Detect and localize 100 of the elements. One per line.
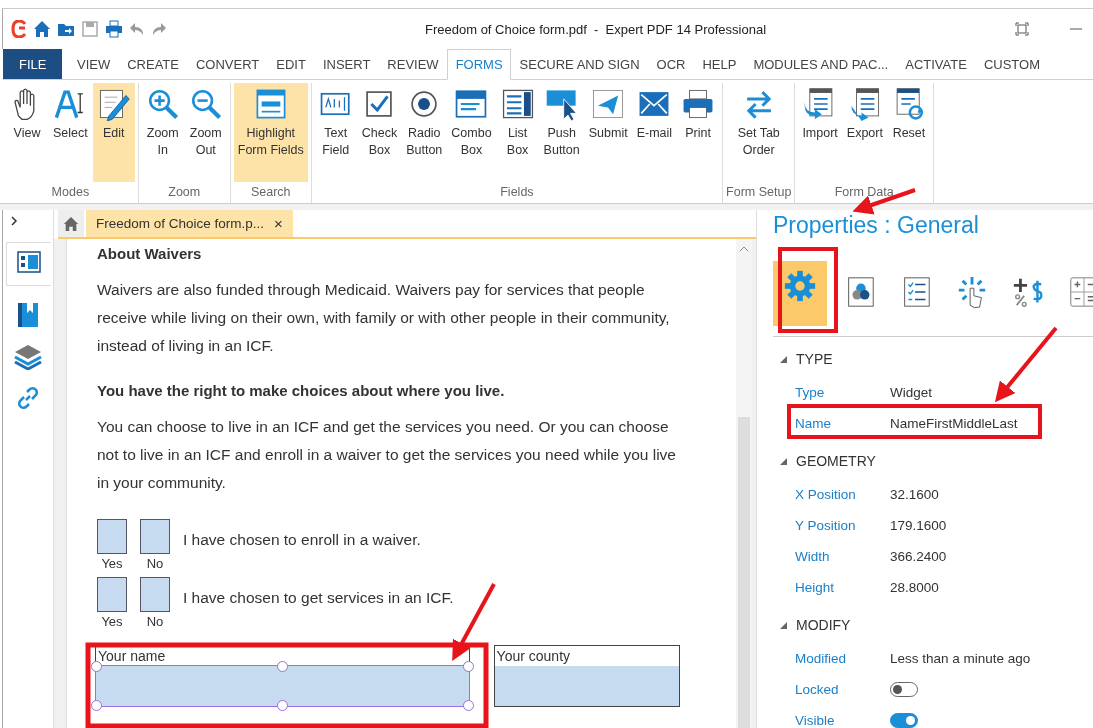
ribbon-button[interactable]: Radio Button (402, 83, 447, 182)
property-label: Modified (795, 651, 848, 666)
checkbox-field[interactable] (140, 577, 170, 612)
push-button-icon (544, 87, 579, 121)
paper-plane-icon (591, 87, 626, 121)
group-label: Modes (51, 184, 90, 201)
resize-handle[interactable] (91, 661, 102, 672)
menu-tab[interactable]: OCR (648, 49, 694, 79)
restore-icon[interactable] (1015, 22, 1029, 36)
ribbon-button[interactable]: Edit (92, 83, 135, 182)
property-value: 32.1600 (890, 487, 939, 502)
toggle-switch[interactable] (890, 713, 918, 728)
group-label: Fields (500, 184, 534, 201)
ribbon-button[interactable]: Set Tab Order (733, 83, 784, 182)
menu-tab[interactable]: FORMS (447, 49, 512, 80)
ribbon-button[interactable]: Submit (584, 83, 632, 182)
property-label: Type (795, 385, 826, 400)
document-tab[interactable]: Freedom of Choice form.p... × (86, 210, 293, 237)
document-paragraph: Waivers are also funded through Medicaid. Waivers pay for services that people receive while living on their own, with family or with other people in their community, instead of living in an ICF. (97, 280, 671, 356)
menu-tab[interactable]: CONVERT (187, 49, 268, 79)
menu-tab[interactable]: INSERT (314, 49, 379, 79)
bookmark-icon[interactable] (17, 302, 39, 328)
home-tab[interactable] (58, 210, 84, 237)
property-value: 366.2400 (890, 549, 947, 564)
resize-handle[interactable] (91, 700, 102, 711)
collapse-triangle-icon[interactable] (779, 456, 788, 466)
ribbon-button[interactable]: E-mail (632, 83, 677, 182)
expand-chevron-icon[interactable] (9, 216, 19, 226)
toggle-switch[interactable] (890, 682, 918, 697)
menu-tab[interactable]: ACTIVATE (896, 49, 976, 79)
option-label: Yes (101, 614, 123, 629)
collapse-triangle-icon[interactable] (779, 354, 788, 364)
ribbon-button[interactable]: Text Field (314, 83, 357, 182)
choice-statement: I have chosen to enroll in a waiver. (183, 531, 421, 549)
ribbon-button[interactable]: Zoom In (141, 83, 184, 182)
scroll-up-icon[interactable] (739, 245, 749, 253)
property-label: Height (795, 580, 836, 595)
option-label: No (146, 614, 164, 629)
group-label: Search (250, 184, 291, 201)
menu-tab[interactable]: FILE (3, 49, 63, 79)
document-paragraph: You can choose to live in an ICF and get the services you need. Or you can choose not to live in an ICF and enroll in a waiver to get the services you need while you live in your community. (97, 417, 677, 493)
home-icon (63, 215, 79, 232)
form-field[interactable]: Your county (493, 645, 680, 707)
ribbon-button[interactable]: Push Button (539, 83, 584, 182)
vertical-scrollbar[interactable] (736, 239, 752, 728)
close-tab-button[interactable]: × (274, 215, 283, 232)
property-value: NameFirstMiddleLast (890, 416, 1018, 431)
menu-tab[interactable]: SECURE AND SIGN (511, 49, 649, 79)
menu-tab[interactable]: VIEW (68, 49, 119, 79)
window-title: Freedom of Choice form.pdf - Expert PDF 14 Professional (425, 21, 767, 37)
undo-icon[interactable] (129, 21, 145, 37)
ribbon-button[interactable]: List Box (496, 83, 539, 182)
ribbon-button[interactable]: Check Box (357, 83, 402, 182)
menu-tab[interactable]: CREATE (118, 49, 188, 79)
resize-handle[interactable] (277, 661, 289, 672)
ribbon-button[interactable]: View (6, 83, 48, 182)
collapse-triangle-icon[interactable] (779, 620, 788, 630)
checkbox-field[interactable] (140, 519, 170, 554)
redo-icon[interactable] (151, 21, 167, 37)
checkbox-field[interactable] (97, 519, 127, 554)
ribbon-button[interactable]: Export (842, 83, 887, 182)
tab-title: Freedom of Choice form.p... (96, 216, 265, 231)
menu-tab[interactable]: EDIT (267, 49, 315, 79)
link-icon[interactable] (16, 386, 40, 410)
option-label: Yes (101, 556, 123, 571)
printer-icon[interactable] (105, 20, 123, 38)
properties-tab[interactable] (773, 261, 827, 326)
ribbon-button[interactable]: Reset (887, 83, 930, 182)
resize-handle[interactable] (462, 661, 474, 672)
field-label: Your county (495, 647, 572, 666)
section-title: GEOMETRY (796, 453, 876, 469)
ribbon-button[interactable]: Print (677, 83, 720, 182)
panel-tab[interactable] (6, 242, 51, 286)
resize-handle[interactable] (277, 700, 289, 711)
layers-icon[interactable] (14, 344, 42, 370)
panel-title: Properties : General (773, 212, 980, 239)
home-icon[interactable] (33, 20, 51, 38)
save-icon[interactable] (81, 20, 99, 38)
ribbon-button[interactable]: Select (49, 83, 92, 182)
menu-tab[interactable]: CUSTOM (975, 49, 1049, 79)
ribbon-button[interactable]: Zoom Out (184, 83, 227, 182)
section-title: MODIFY (796, 617, 851, 633)
section-title: TYPE (796, 351, 833, 367)
ribbon-button[interactable]: Combo Box (447, 83, 496, 182)
group-label: Form Setup (726, 184, 792, 201)
checkbox-field[interactable] (97, 577, 127, 612)
property-value: Widget (890, 385, 933, 400)
field-label: Your name (97, 647, 167, 666)
menu-tab[interactable]: REVIEW (378, 49, 448, 79)
property-label: Name (795, 416, 832, 431)
ribbon-button[interactable]: Import (798, 83, 842, 182)
property-label: Locked (795, 682, 840, 697)
property-label: Width (795, 549, 831, 564)
menu-tab[interactable]: MODULES AND PAC... (744, 49, 897, 79)
ribbon-button[interactable]: Highlight Form Fields (233, 83, 308, 182)
thumbnails-icon (17, 251, 41, 273)
resize-handle[interactable] (462, 700, 474, 711)
menu-tab[interactable]: HELP (693, 49, 745, 79)
property-value: 28.8000 (890, 580, 939, 595)
app-logo-icon (11, 20, 27, 38)
